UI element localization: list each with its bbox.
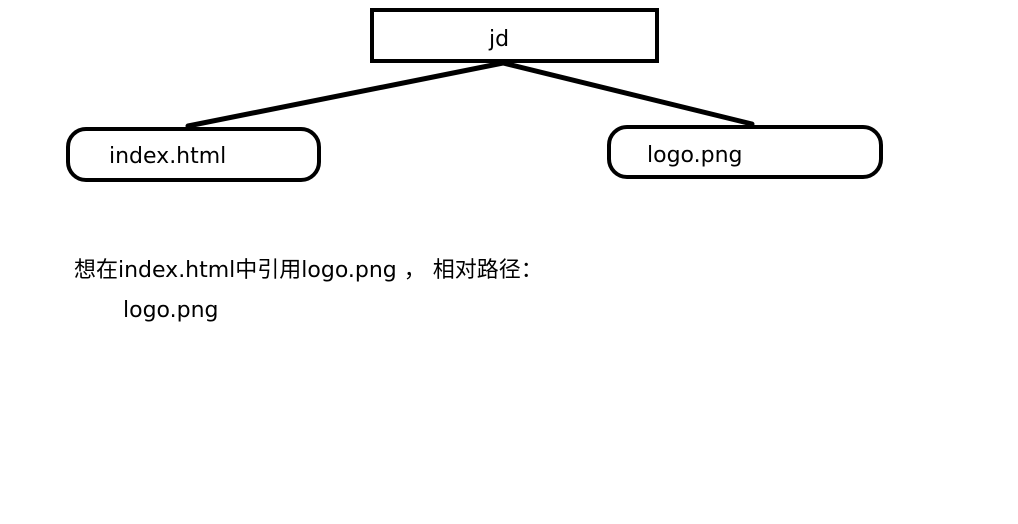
node-root-jd: jd bbox=[370, 8, 659, 63]
edge-root-to-logo-png bbox=[500, 60, 755, 127]
node-logo-png-label: logo.png bbox=[647, 143, 742, 168]
node-logo-png: logo.png bbox=[607, 125, 883, 179]
relative-path-question: 想在index.html中引用logo.png ， 相对路径： bbox=[74, 258, 543, 283]
relative-path-answer: logo.png bbox=[123, 298, 219, 323]
node-root-label: jd bbox=[488, 27, 509, 52]
node-index-html: index.html bbox=[66, 127, 321, 182]
edge-root-to-index-html bbox=[185, 60, 506, 129]
node-root-box bbox=[370, 8, 659, 63]
node-index-html-label: index.html bbox=[109, 144, 226, 169]
